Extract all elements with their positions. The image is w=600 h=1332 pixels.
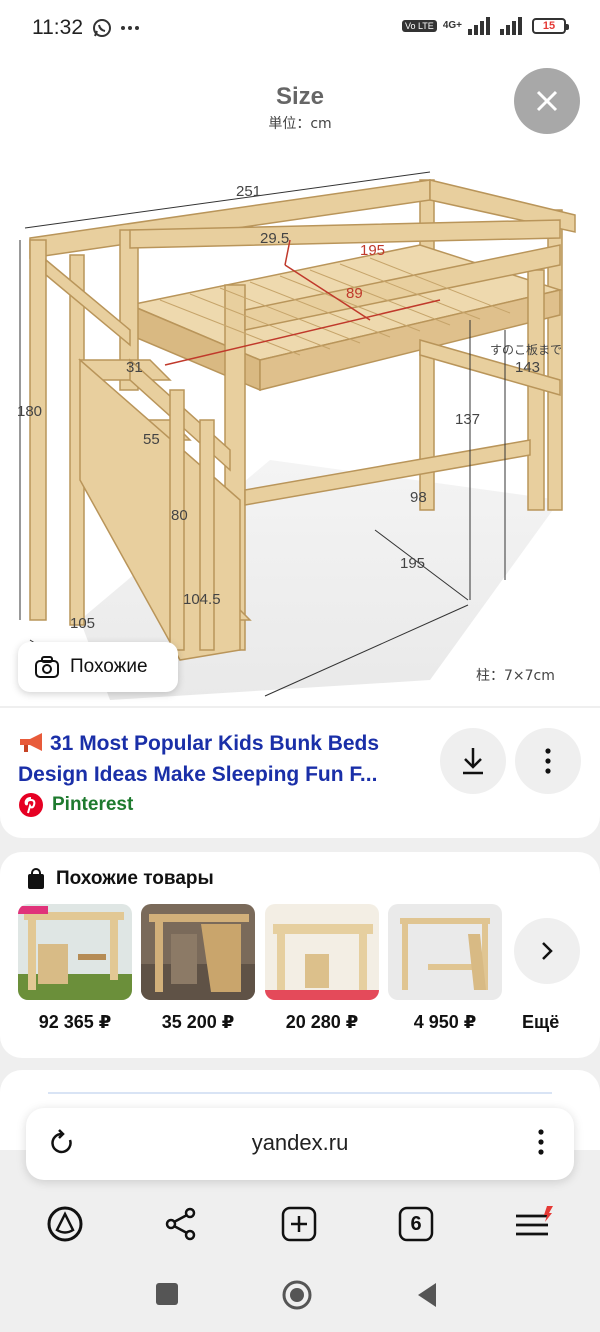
menu-button[interactable] [514, 1204, 554, 1244]
share-icon [165, 1207, 196, 1241]
download-button[interactable] [440, 728, 506, 794]
product-price: 4 950 ₽ [413, 1012, 477, 1032]
dim-slat-label: すのこ板まで [490, 343, 562, 357]
similar-products-card: Похожие товары 92 365 ₽ 35 200 ₽ 20 280 … [0, 852, 600, 1058]
more-products-button[interactable] [514, 918, 580, 984]
product-card[interactable]: 35 200 ₽ [141, 904, 255, 1033]
dim-under-width: 98 [410, 489, 427, 506]
recent-apps-button[interactable] [155, 1282, 179, 1311]
image-heading: Size [276, 83, 324, 110]
back-triangle-icon [418, 1283, 436, 1307]
signal-icon-2 [500, 17, 522, 35]
more-options-button[interactable] [515, 728, 581, 794]
product-card[interactable]: 20 280 ₽ [265, 904, 379, 1033]
product-price: 92 365 ₽ [38, 1012, 112, 1032]
dim-total-height: 180 [17, 403, 42, 420]
result-image[interactable]: Size 単位：cm 251 29.5 195 89 31 55 80 104.… [0, 60, 600, 706]
result-title-link[interactable]: 31 Most Popular Kids Bunk Beds Design Id… [18, 728, 428, 790]
product-price: 20 280 ₽ [285, 1012, 359, 1032]
dim-length: 251 [236, 183, 261, 200]
whatsapp-icon [93, 19, 111, 37]
system-nav-bar [0, 1262, 600, 1332]
home-button[interactable] [282, 1280, 312, 1315]
more-vertical-icon [538, 1129, 544, 1155]
tab-count: 6 [410, 1212, 422, 1235]
menu-icon [516, 1206, 553, 1236]
dim-depth: 105 [70, 615, 95, 632]
address-menu-button[interactable] [538, 1128, 544, 1161]
volte-icon: Vo LTE [401, 20, 437, 32]
chevron-right-icon [542, 942, 553, 960]
browser-toolbar: 6 [0, 1190, 600, 1260]
more-products-label[interactable]: Ещё [522, 1012, 559, 1033]
result-source[interactable]: Pinterest [18, 792, 133, 818]
post-note: 柱：7×7cm [476, 668, 555, 684]
source-name: Pinterest [52, 794, 134, 815]
camera-search-icon [35, 656, 59, 678]
new-tab-button[interactable] [279, 1204, 319, 1244]
product-image [141, 904, 255, 1000]
status-time: 11:32 [32, 16, 83, 39]
download-icon [463, 748, 483, 775]
more-notifications-icon [121, 26, 139, 30]
dim-step4: 104.5 [183, 591, 221, 608]
product-price: 35 200 ₽ [161, 1012, 235, 1032]
product-image [388, 904, 502, 1000]
tabs-button[interactable]: 6 [396, 1204, 436, 1244]
product-image [265, 904, 379, 1000]
more-vertical-icon [545, 748, 551, 774]
back-button[interactable] [416, 1282, 438, 1313]
dim-step3: 80 [171, 507, 188, 524]
megaphone-icon [20, 733, 42, 752]
result-title: 31 Most Popular Kids Bunk Beds Design Id… [18, 732, 380, 786]
pinterest-icon [19, 793, 43, 817]
dim-rail-height: 29.5 [260, 230, 289, 247]
address-bar[interactable]: yandex.ru [26, 1108, 574, 1180]
dim-mattress-length: 195 [360, 242, 385, 259]
status-bar: 11:32 Vo LTE 4G+ 15 [0, 0, 600, 60]
loft-bed-illustration: Size 単位：cm 251 29.5 195 89 31 55 80 104.… [0, 60, 600, 706]
shopping-bag-icon [28, 868, 44, 889]
similar-images-label: Похожие [70, 656, 148, 677]
network-type: 4G+ [442, 20, 462, 31]
products-title: Похожие товары [56, 868, 214, 889]
product-card[interactable]: 4 950 ₽ [388, 904, 502, 1033]
home-circle-icon [282, 1280, 312, 1310]
product-card[interactable]: 92 365 ₽ [18, 904, 132, 1033]
battery-icon: 15 [532, 18, 569, 34]
close-icon [536, 90, 558, 112]
alice-button[interactable] [45, 1204, 85, 1244]
dim-under-height: 137 [455, 411, 480, 428]
url-text: yandex.ru [251, 1130, 349, 1155]
similar-images-button[interactable]: Похожие [18, 642, 178, 692]
battery-level: 15 [542, 20, 556, 32]
share-button[interactable] [161, 1204, 201, 1244]
signal-icon [468, 17, 490, 35]
dim-under-length: 195 [400, 555, 425, 572]
product-image [18, 904, 132, 1000]
image-unit-label: 単位：cm [268, 116, 331, 132]
dim-step1: 31 [126, 359, 143, 376]
add-tab-icon [281, 1206, 317, 1242]
dim-mattress-width: 89 [346, 285, 363, 302]
dim-slat-height: 143 [515, 359, 540, 376]
alice-icon [47, 1206, 83, 1242]
close-button[interactable] [514, 68, 580, 134]
square-icon [156, 1283, 178, 1305]
result-info-card: 31 Most Popular Kids Bunk Beds Design Id… [0, 708, 600, 838]
dim-step2: 55 [143, 431, 160, 448]
